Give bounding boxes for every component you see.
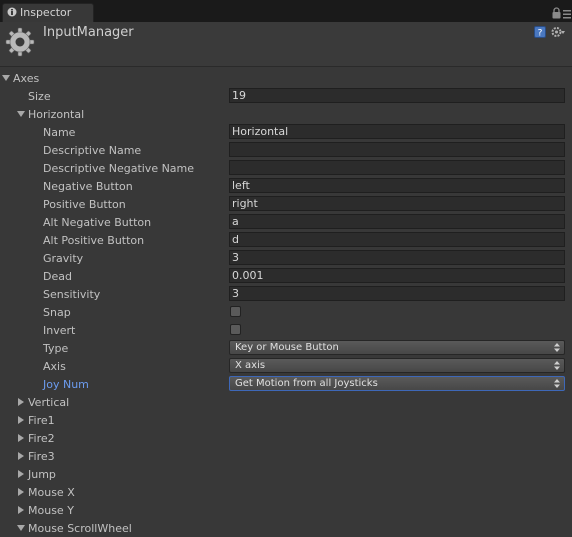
axis-row: Axis X axis [0,357,572,375]
dropdown-arrows-icon [554,379,560,388]
invert-label: Invert [43,324,76,337]
size-row: Size 19 [0,87,572,105]
descriptive-name-field[interactable] [229,142,565,157]
snap-row: Snap [0,303,572,321]
alt-negative-button-row: Alt Negative Button a [0,213,572,231]
alt-positive-button-row: Alt Positive Button d [0,231,572,249]
negative-button-row: Negative Button left [0,177,572,195]
name-row: Name Horizontal [0,123,572,141]
size-field[interactable]: 19 [229,88,565,103]
type-dropdown-value: Key or Mouse Button [235,342,339,353]
descriptive-name-label: Descriptive Name [43,144,142,157]
type-label: Type [43,342,69,355]
alt-positive-button-label: Alt Positive Button [43,234,145,247]
axis-foldout-label: Mouse X [28,486,75,499]
positive-button-row: Positive Button right [0,195,572,213]
foldout-collapsed-icon [18,506,24,514]
foldout-collapsed-icon [18,488,24,496]
axis-foldout-label: Mouse Y [28,504,74,517]
dead-label: Dead [43,270,72,283]
descriptive-negative-name-label: Descriptive Negative Name [43,162,195,175]
foldout-expanded-icon [17,525,25,531]
foldout-collapsed-icon [18,398,24,406]
foldout-expanded-icon [2,75,10,81]
info-icon [7,7,17,17]
negative-button-field[interactable]: left [229,178,565,193]
axis-foldout-label: Fire3 [28,450,55,463]
invert-checkbox[interactable] [230,324,241,335]
object-title: InputManager [43,25,134,40]
name-label: Name [43,126,76,139]
axis-foldout-mouse-scrollwheel[interactable]: Mouse ScrollWheel [0,519,572,537]
name-field[interactable]: Horizontal [229,124,565,139]
foldout-collapsed-icon [18,452,24,460]
foldout-collapsed-icon [18,416,24,424]
joy-num-dropdown[interactable]: Get Motion from all Joysticks [229,376,565,391]
axis-dropdown[interactable]: X axis [229,358,565,373]
axis-foldout-label: Vertical [28,396,70,409]
snap-label: Snap [43,306,71,319]
horizontal-label: Horizontal [28,108,85,121]
descriptive-negative-name-field[interactable] [229,160,565,175]
axis-foldout-label: Jump [28,468,56,481]
positive-button-field[interactable]: right [229,196,565,211]
snap-checkbox[interactable] [230,306,241,317]
foldout-expanded-icon [17,111,25,117]
sensitivity-row: Sensitivity 3 [0,285,572,303]
dead-field[interactable]: 0.001 [229,268,565,283]
axis-foldout-fire1[interactable]: Fire1 [0,411,572,429]
axis-label: Axis [43,360,66,373]
axes-foldout[interactable]: Axes [0,69,572,87]
foldout-collapsed-icon [18,434,24,442]
axis-foldout-mouse-x[interactable]: Mouse X [0,483,572,501]
foldout-collapsed-icon [18,470,24,478]
invert-row: Invert [0,321,572,339]
tab-menu-icon[interactable] [563,9,571,19]
gear-icon [5,27,35,57]
alt-negative-button-field[interactable]: a [229,214,565,229]
gravity-field[interactable]: 3 [229,250,565,265]
inspector-header: InputManager ? [0,22,572,67]
joy-num-row: Joy Num Get Motion from all Joysticks [0,375,572,393]
dead-row: Dead 0.001 [0,267,572,285]
axes-label: Axes [13,72,40,85]
sensitivity-label: Sensitivity [43,288,101,301]
axis-foldout-label: Mouse ScrollWheel [28,522,132,535]
axis-dropdown-value: X axis [235,360,266,371]
axis-foldout-label: Fire1 [28,414,55,427]
type-dropdown[interactable]: Key or Mouse Button [229,340,565,355]
axis-foldout-horizontal[interactable]: Horizontal [0,105,572,123]
axis-foldout-jump[interactable]: Jump [0,465,572,483]
axis-foldout-mouse-y[interactable]: Mouse Y [0,501,572,519]
axis-foldout-fire3[interactable]: Fire3 [0,447,572,465]
alt-positive-button-field[interactable]: d [229,232,565,247]
descriptive-name-row: Descriptive Name [0,141,572,159]
settings-icon[interactable] [551,26,565,38]
descriptive-negative-name-row: Descriptive Negative Name [0,159,572,177]
help-icon[interactable]: ? [534,26,546,38]
tab-inspector[interactable]: Inspector [2,3,94,22]
negative-button-label: Negative Button [43,180,133,193]
joy-num-dropdown-value: Get Motion from all Joysticks [235,378,378,389]
axis-foldout-fire2[interactable]: Fire2 [0,429,572,447]
axis-foldout-label: Fire2 [28,432,55,445]
gravity-row: Gravity 3 [0,249,572,267]
tab-bar: Inspector [0,0,572,22]
dropdown-arrows-icon [554,343,560,352]
svg-text:?: ? [538,29,543,39]
alt-negative-button-label: Alt Negative Button [43,216,152,229]
dropdown-arrows-icon [554,361,560,370]
type-row: Type Key or Mouse Button [0,339,572,357]
lock-icon[interactable] [552,7,561,19]
joy-num-label: Joy Num [43,378,89,391]
tab-label: Inspector [20,6,72,19]
size-label: Size [28,90,51,103]
axis-foldout-vertical[interactable]: Vertical [0,393,572,411]
sensitivity-field[interactable]: 3 [229,286,565,301]
gravity-label: Gravity [43,252,84,265]
positive-button-label: Positive Button [43,198,126,211]
